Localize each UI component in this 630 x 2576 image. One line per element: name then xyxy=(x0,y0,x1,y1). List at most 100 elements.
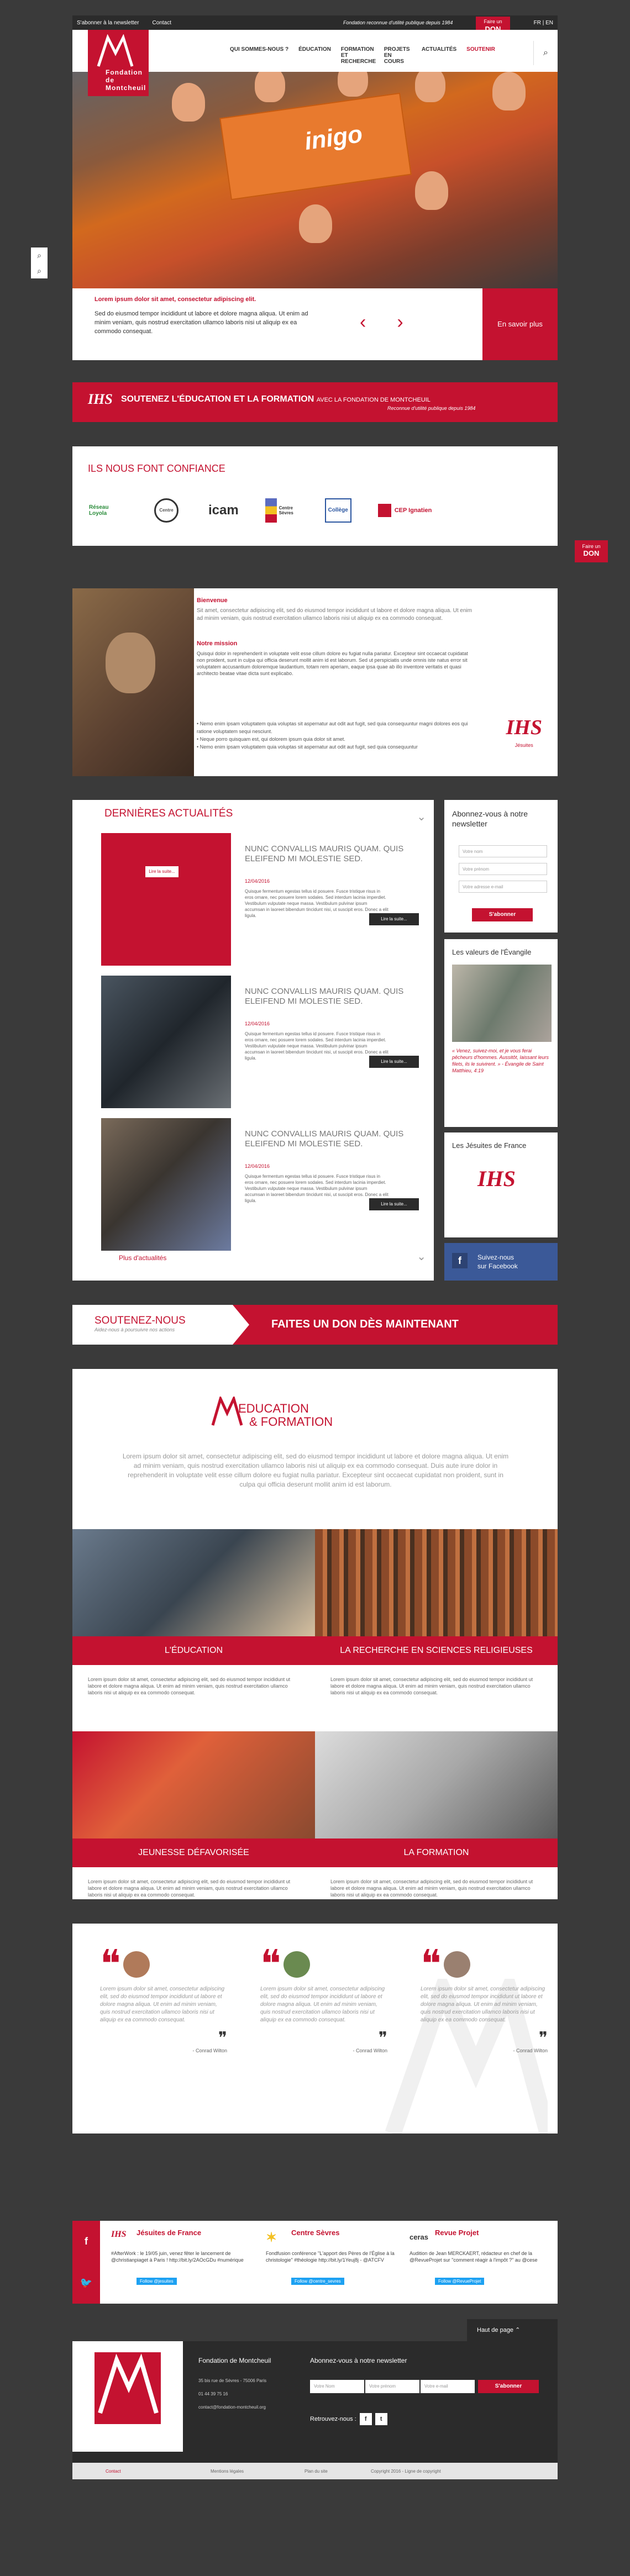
education-tile[interactable]: L'ÉDUCATION Lorem ipsum dolor sit amet, … xyxy=(72,1529,315,1696)
follow-button[interactable]: Follow @jesuites xyxy=(136,2278,177,2285)
education-section: EDUCATION & FORMATION Lorem ipsum dolor s… xyxy=(72,1369,558,1899)
facebook-icon[interactable]: f xyxy=(72,2221,100,2262)
firstname-field[interactable]: Votre prénom xyxy=(459,863,547,875)
read-more-button[interactable]: Lire la suite... xyxy=(369,913,419,925)
footer-firstname-field[interactable]: Votre prénom xyxy=(365,2380,419,2393)
avatar xyxy=(443,1951,470,1978)
tweet: ceras Revue Projet Audition de Jean MERC… xyxy=(410,2229,553,2285)
tweet-author[interactable]: Centre Sèvres xyxy=(291,2229,410,2237)
chevron-up-icon: ⌃ xyxy=(515,2327,521,2333)
newsletter-title: Abonnez-vous à notre newsletter xyxy=(452,809,528,828)
banner-title: SOUTENEZ L'ÉDUCATION ET LA FORMATION xyxy=(121,394,314,404)
quote-icon: ❝ xyxy=(421,1943,442,1986)
footer-logo[interactable] xyxy=(72,2341,183,2452)
testimonial-text: Lorem ipsum dolor sit amet, consectetur … xyxy=(260,1986,385,2023)
news-image[interactable] xyxy=(101,976,231,1108)
email-field[interactable]: Votre adresse e-mail xyxy=(459,881,547,893)
nav-qui-sommes-nous[interactable]: QUI SOMMES-NOUS ? xyxy=(230,46,288,65)
jesuites-logo[interactable]: IHS Jésuites xyxy=(506,715,542,750)
subscribe-button[interactable]: S'abonner xyxy=(472,908,533,921)
follow-button[interactable]: Follow @centre_sevres xyxy=(291,2278,344,2285)
copyright: Copyright 2016 - Ligne de copyright xyxy=(371,2469,441,2474)
search-icon[interactable]: ⌕ xyxy=(533,41,558,65)
chevron-down-icon[interactable]: ⌄ xyxy=(417,810,426,824)
footer-link-mentions[interactable]: Mentions légales xyxy=(211,2469,244,2474)
hero-caption: Lorem ipsum dolor sit amet, consectetur … xyxy=(72,288,558,360)
tagline: Fondation reconnue d'utilité publique de… xyxy=(343,20,453,25)
phone: 01 44 39 75 16 xyxy=(198,2391,228,2396)
news-image[interactable] xyxy=(101,1118,231,1251)
facebook-icon[interactable]: f xyxy=(359,2413,372,2425)
next-arrow-icon[interactable]: › xyxy=(397,312,403,333)
nav-education[interactable]: ÉDUCATION xyxy=(298,46,331,65)
donate-cta-button[interactable]: FAITES UN DON DÈS MAINTENANT xyxy=(233,1305,558,1345)
footer-email-field[interactable]: Votre e-mail xyxy=(421,2380,475,2393)
list-item: • Neque porro quisquam est, qui dolorem … xyxy=(197,736,345,742)
list-item: • Nemo enim ipsam voluptatem quia volupt… xyxy=(197,744,418,750)
testimonials-section: ❝ Lorem ipsum dolor sit amet, consectetu… xyxy=(72,1924,558,2134)
tile-label: LA RECHERCHE EN SCIENCES RELIGIEUSES xyxy=(315,1636,558,1665)
back-to-top-button[interactable]: Haut de page ⌃ xyxy=(467,2319,558,2341)
tile-body: Lorem ipsum dolor sit amet, consectetur … xyxy=(330,1677,533,1695)
contact-link[interactable]: Contact xyxy=(153,20,171,26)
newsletter-link[interactable]: S'abonner à la newsletter xyxy=(77,20,139,26)
tile-label: L'ÉDUCATION xyxy=(72,1636,315,1665)
twitter-icon[interactable]: 🐦 xyxy=(72,2262,100,2304)
twitter-icon[interactable]: t xyxy=(375,2413,387,2425)
logo-text: Fondation de Montcheuil xyxy=(106,69,146,92)
search-icon[interactable]: ⌕ xyxy=(31,247,48,263)
partner-logo-centre-sevres[interactable]: Centre Sèvres xyxy=(265,496,298,525)
partner-logo-icam[interactable]: icam xyxy=(208,496,239,525)
recherche-tile[interactable]: LA RECHERCHE EN SCIENCES RELIGIEUSES Lor… xyxy=(315,1529,558,1696)
tweet-text: Fondfusion conférence "L'apport des Père… xyxy=(266,2251,395,2263)
formation-title: & FORMATION xyxy=(249,1415,333,1429)
partner-logo-reseau-loyola[interactable]: Réseau Loyola xyxy=(89,496,128,525)
left-toolbar: ⌕ ⌕ xyxy=(31,247,48,278)
partner-logo-cep-ignatien[interactable]: CEP Ignatien xyxy=(377,496,432,525)
news-item-title[interactable]: NUNC CONVALLIS MAURIS QUAM. QUIS ELEIFEN… xyxy=(245,1129,411,1149)
facebook-box[interactable]: f Suivez-nous sur Facebook xyxy=(444,1243,558,1281)
zoom-icon[interactable]: ⌕ xyxy=(31,263,48,278)
email-link[interactable]: contact@fondation-montcheuil.org xyxy=(198,2401,266,2414)
floating-don-button[interactable]: Faire un DON xyxy=(575,540,608,562)
banner-sub: Reconnue d'utilité publique depuis 1984 xyxy=(387,405,476,411)
read-more-button[interactable]: Lire la suite... xyxy=(145,866,179,877)
tile-body: Lorem ipsum dolor sit amet, consectetur … xyxy=(88,1677,291,1695)
jesuites-logo[interactable]: IHS xyxy=(477,1166,516,1192)
chevron-down-icon[interactable]: ⌄ xyxy=(417,1250,426,1263)
en-savoir-plus-button[interactable]: En savoir plus xyxy=(482,288,558,360)
testimonial: ❝ Lorem ipsum dolor sit amet, consectetu… xyxy=(421,1943,548,2054)
partner-logo-college[interactable]: Collège xyxy=(324,496,351,525)
logo[interactable]: Fondation de Montcheuil xyxy=(88,30,149,96)
pope-photo[interactable] xyxy=(452,965,552,1042)
footer-link-contact[interactable]: Contact xyxy=(106,2469,121,2474)
address-line: 35 bis rue de Sèvres - 75006 Paris xyxy=(198,2378,267,2383)
centre-sevres-icon: ✶ xyxy=(266,2230,277,2245)
prev-arrow-icon[interactable]: ‹ xyxy=(360,312,366,333)
news-item-title[interactable]: NUNC CONVALLIS MAURIS QUAM. QUIS ELEIFEN… xyxy=(245,987,411,1007)
social-section: f 🐦 IHS Jésuites de France #AfterWork : … xyxy=(72,2221,558,2304)
footer-name-field[interactable]: Votre Nom xyxy=(310,2380,364,2393)
nav-projets[interactable]: PROJETS EN COURS xyxy=(384,46,412,65)
nav-soutenir[interactable]: SOUTENIR xyxy=(466,46,495,65)
name-field[interactable]: Votre nom xyxy=(459,845,547,857)
nav-actualites[interactable]: ACTUALITÉS xyxy=(422,46,456,65)
partner-logo-centre[interactable]: Centre xyxy=(154,496,182,525)
read-more-button[interactable]: Lire la suite... xyxy=(369,1056,419,1068)
read-more-button[interactable]: Lire la suite... xyxy=(369,1198,419,1210)
footer-link-plan[interactable]: Plan du site xyxy=(305,2469,328,2474)
formation-tile[interactable]: LA FORMATION Lorem ipsum dolor sit amet,… xyxy=(315,1731,558,1898)
follow-button[interactable]: Follow @RevueProjet xyxy=(435,2278,485,2285)
quote-end-icon: ❞ xyxy=(378,2029,387,2047)
tweet-author[interactable]: Jésuites de France xyxy=(136,2229,255,2237)
tweet-author[interactable]: Revue Projet xyxy=(435,2229,553,2237)
caption-body: Sed do eiusmod tempor incididunt ut labo… xyxy=(95,310,308,335)
jeunesse-tile[interactable]: JEUNESSE DÉFAVORISÉE Lorem ipsum dolor s… xyxy=(72,1731,315,1898)
more-news-link[interactable]: Plus d'actualités xyxy=(119,1254,166,1262)
news-item-title[interactable]: NUNC CONVALLIS MAURIS QUAM. QUIS ELEIFEN… xyxy=(245,844,411,864)
footer-subscribe-button[interactable]: S'abonner xyxy=(478,2380,539,2393)
news-image[interactable]: Lire la suite... xyxy=(101,833,231,966)
language-switch[interactable]: FR | EN xyxy=(534,20,553,26)
nav-formation[interactable]: FORMATION ET RECHERCHE xyxy=(341,46,376,65)
support-banner[interactable]: IHS SOUTENEZ L'ÉDUCATION ET LA FORMATION… xyxy=(72,382,558,422)
